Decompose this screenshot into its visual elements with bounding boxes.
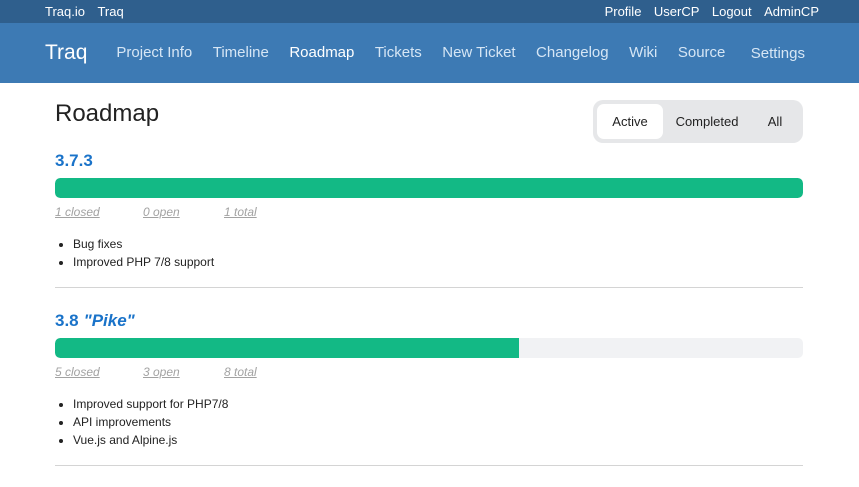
- closed-tickets-link[interactable]: 1 closed: [55, 205, 143, 219]
- page-title: Roadmap: [55, 100, 160, 127]
- filter-all-button[interactable]: All: [751, 104, 799, 139]
- top-bar-right: Profile UserCP Logout AdminCP: [597, 3, 819, 21]
- milestone-title: 3.7.3: [55, 148, 803, 173]
- list-item: Bug fixes: [73, 235, 803, 253]
- list-item: Improved support for PHP7/8: [73, 395, 803, 413]
- list-item: API improvements: [73, 413, 803, 431]
- traq-project-link[interactable]: Traq: [97, 4, 123, 19]
- main-navbar: Traq Project Info Timeline Roadmap Ticke…: [0, 23, 859, 83]
- nav-item-changelog[interactable]: Changelog: [536, 44, 609, 61]
- nav-item-new-ticket[interactable]: New Ticket: [442, 44, 515, 61]
- milestone-codename-link[interactable]: "Pike": [84, 311, 135, 331]
- profile-link[interactable]: Profile: [605, 4, 642, 19]
- admincp-link[interactable]: AdminCP: [764, 4, 819, 19]
- milestone-title: 3.8 "Pike": [55, 308, 803, 333]
- open-tickets-link[interactable]: 0 open: [143, 205, 224, 219]
- nav-item-timeline[interactable]: Timeline: [213, 44, 269, 61]
- milestone-progress-bar: [55, 338, 803, 358]
- milestone-progress-bar: [55, 178, 803, 198]
- milestone-version-link[interactable]: 3.8: [55, 311, 79, 331]
- total-tickets-link[interactable]: 8 total: [224, 365, 257, 379]
- milestone-stats: 5 closed 3 open 8 total: [55, 363, 803, 380]
- milestone-notes: Bug fixes Improved PHP 7/8 support: [55, 235, 803, 271]
- nav-menu: Project Info Timeline Roadmap Tickets Ne…: [116, 44, 741, 62]
- open-tickets-link[interactable]: 3 open: [143, 365, 224, 379]
- milestone-item: 3.7.3 1 closed 0 open 1 total Bug fixes …: [55, 148, 803, 288]
- top-bar-left: Traq.io Traq: [45, 3, 132, 21]
- filter-completed-button[interactable]: Completed: [663, 104, 751, 139]
- milestone-version-link[interactable]: 3.7.3: [55, 151, 93, 171]
- filter-active-button[interactable]: Active: [597, 104, 663, 139]
- list-item: Vue.js and Alpine.js: [73, 431, 803, 449]
- nav-item-source[interactable]: Source: [678, 44, 726, 61]
- milestone-stats: 1 closed 0 open 1 total: [55, 203, 803, 220]
- closed-tickets-link[interactable]: 5 closed: [55, 365, 143, 379]
- nav-item-project-info[interactable]: Project Info: [116, 44, 192, 61]
- milestone-item: 3.8 "Pike" 5 closed 3 open 8 total Impro…: [55, 308, 803, 466]
- progress-fill: [55, 178, 803, 198]
- nav-item-tickets[interactable]: Tickets: [375, 44, 422, 61]
- brand-link[interactable]: Traq: [45, 41, 87, 65]
- top-bar: Traq.io Traq Profile UserCP Logout Admin…: [0, 0, 859, 23]
- traq-io-link[interactable]: Traq.io: [45, 4, 85, 19]
- logout-link[interactable]: Logout: [712, 4, 752, 19]
- milestone-notes: Improved support for PHP7/8 API improvem…: [55, 395, 803, 449]
- nav-item-settings[interactable]: Settings: [751, 45, 805, 62]
- list-item: Improved PHP 7/8 support: [73, 253, 803, 271]
- nav-item-wiki[interactable]: Wiki: [629, 44, 657, 61]
- main-content: Roadmap Active Completed All 3.7.3 1 clo…: [0, 83, 859, 466]
- milestone-filter: Active Completed All: [593, 100, 803, 143]
- total-tickets-link[interactable]: 1 total: [224, 205, 257, 219]
- progress-fill: [55, 338, 519, 358]
- nav-item-roadmap[interactable]: Roadmap: [289, 44, 354, 61]
- heading-row: Roadmap Active Completed All: [55, 83, 803, 148]
- usercp-link[interactable]: UserCP: [654, 4, 700, 19]
